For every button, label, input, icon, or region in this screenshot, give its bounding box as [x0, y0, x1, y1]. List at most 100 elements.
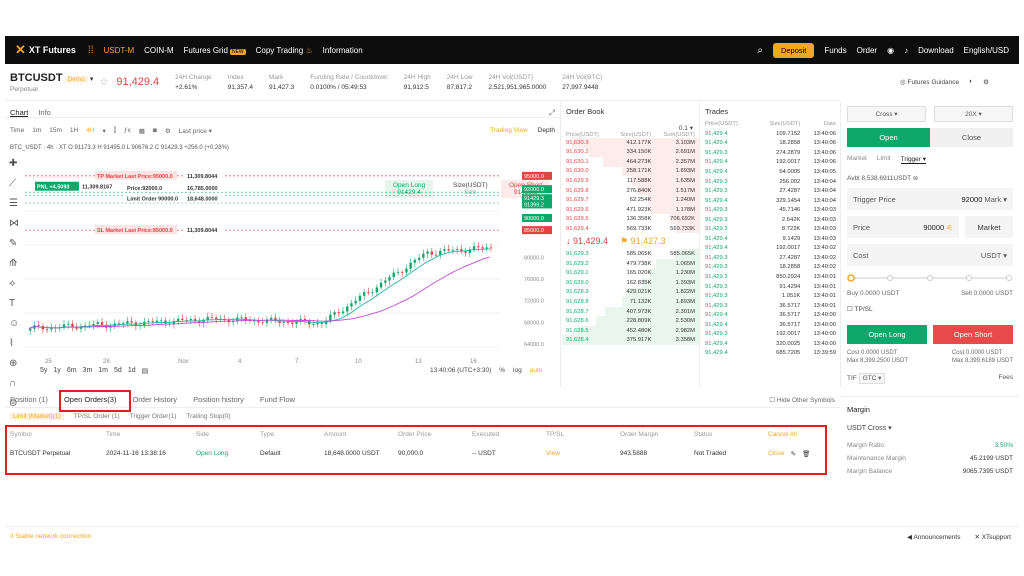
bid-row[interactable]: 91,628.7 407.973K 2.301M: [562, 306, 699, 317]
bid-row[interactable]: 91,628.9 429.021K 1.822M: [562, 287, 699, 298]
zoom-in-icon[interactable]: ⊕: [9, 358, 23, 369]
bid-row[interactable]: 91,628.8 71.132K 1.893M: [562, 297, 699, 307]
open-tab[interactable]: Open: [847, 128, 930, 147]
expand-icon[interactable]: ⤢: [549, 108, 555, 117]
ask-row[interactable]: 91,629.8 276.840K 1.517M: [562, 185, 699, 196]
camera-icon[interactable]: ◙: [153, 127, 157, 135]
symbol-selector[interactable]: BTCUSDT Demo ▾ Perpetual: [10, 72, 93, 93]
close-tab[interactable]: Close: [930, 128, 1013, 147]
range-1m[interactable]: 1m: [98, 367, 108, 375]
cost-unit-select[interactable]: USDT ▾: [981, 251, 1007, 260]
nav-download[interactable]: Download: [918, 46, 954, 55]
support-link[interactable]: ✕ XTsupport: [974, 533, 1011, 541]
range-6m[interactable]: 6m: [67, 367, 77, 375]
brush-icon[interactable]: ✎: [9, 238, 23, 249]
trading-view-button[interactable]: Trading View: [490, 127, 528, 134]
gtc-select[interactable]: GTC ▾: [858, 373, 886, 384]
ask-row[interactable]: 91,630.1 464.273K 2.357M: [562, 157, 699, 167]
nav-usdt-m[interactable]: USDT-M: [103, 46, 134, 55]
gear-icon[interactable]: ⚙: [165, 127, 171, 135]
order-type-trigger[interactable]: Trigger ▾: [900, 155, 927, 164]
nav-coin-m[interactable]: COIN-M: [144, 46, 173, 55]
scale-auto[interactable]: auto: [530, 367, 543, 374]
ask-row[interactable]: 91,630.0 258.171K 1.893M: [562, 166, 699, 177]
subtab-trailing-stop[interactable]: Trailing Stop(0): [186, 413, 230, 420]
bid-row[interactable]: 91,629.2 479.738K 1.065M: [562, 259, 699, 269]
interval-time[interactable]: Time: [10, 127, 24, 135]
tpsl-checkbox[interactable]: ☐ TP/SL: [841, 297, 1019, 313]
futures-guidance-link[interactable]: ◎ Futures Guidance: [900, 78, 959, 86]
subtab-limit-market[interactable]: Limit (Market)(1): [10, 413, 64, 420]
price-market-button[interactable]: Market: [965, 216, 1013, 238]
nav-order[interactable]: Order: [857, 46, 877, 55]
ask-row[interactable]: 91,629.7 62.254K 1.240M: [562, 195, 699, 205]
interval-1m[interactable]: 1m: [32, 127, 41, 135]
prediction-icon[interactable]: ⟡: [9, 278, 23, 289]
apps-grid-icon[interactable]: ⁞⁞: [88, 45, 94, 56]
aggregation-select[interactable]: 0.1 ▾: [679, 124, 693, 132]
nav-copy-trading[interactable]: Copy Trading ♨: [256, 46, 313, 55]
announcements-link[interactable]: ◀ Announcements: [907, 533, 960, 541]
user-icon[interactable]: ◉: [887, 46, 894, 55]
nav-futures-grid[interactable]: Futures Grid NEW: [183, 46, 246, 55]
depth-button[interactable]: Depth: [538, 127, 555, 134]
swap-icon[interactable]: ⊚: [913, 175, 918, 182]
ask-row[interactable]: 91,629.6 471.923K 1.178M: [562, 204, 699, 215]
bid-row[interactable]: 91,629.3 585.065K 585.065K: [562, 249, 699, 260]
text-tool-icon[interactable]: T: [9, 298, 23, 309]
bid-row[interactable]: 91,628.5 452.480K 2.982M: [562, 325, 699, 336]
candle-type-icon[interactable]: ⫿: [114, 127, 116, 135]
open-long-button[interactable]: Open Long: [847, 325, 927, 344]
deposit-button[interactable]: Deposit: [772, 42, 815, 58]
bid-row[interactable]: 91,628.6 228.809K 2.530M: [562, 316, 699, 326]
open-short-button[interactable]: Open Short: [933, 325, 1013, 344]
fees-link[interactable]: Fees: [999, 374, 1013, 382]
order-type-market[interactable]: Market: [847, 155, 867, 164]
indicators-icon[interactable]: ƒx: [124, 127, 131, 135]
bid-row[interactable]: 91,629.0 162.835K 1.393M: [562, 278, 699, 288]
scale-log[interactable]: log: [513, 367, 522, 374]
trigger-type-select[interactable]: Mark ▾: [984, 195, 1007, 204]
layout-icon[interactable]: ▦: [139, 127, 145, 135]
range-3m[interactable]: 3m: [83, 367, 93, 375]
margin-mode-label[interactable]: USDT Cross ▾: [847, 424, 1013, 432]
pattern-icon[interactable]: ⟰: [9, 258, 23, 269]
trendline-icon[interactable]: ⟋: [9, 178, 23, 189]
calendar-icon[interactable]: ▤: [142, 367, 149, 375]
ruler-icon[interactable]: ⌇: [9, 338, 23, 349]
tab-position-history[interactable]: Position history: [193, 395, 244, 404]
range-1d[interactable]: 1d: [128, 367, 136, 375]
trigger-price-field[interactable]: Trigger Price 92000 Mark ▾: [847, 188, 1013, 210]
horizontal-lines-icon[interactable]: ☰: [9, 198, 23, 209]
emoji-icon[interactable]: ☺: [9, 318, 23, 329]
bid-row[interactable]: 91,628.4 375.917K 3.358M: [562, 335, 699, 345]
candlestick-chart[interactable]: TP Market Last Price:95000.0 11,309.8044 P…: [25, 157, 561, 365]
bell-icon[interactable]: ♪: [904, 46, 908, 55]
range-5y[interactable]: 5y: [40, 367, 47, 375]
last-price-dropdown[interactable]: Last price ▾: [179, 127, 212, 135]
logo[interactable]: ✕ XT Futures: [15, 42, 76, 58]
nav-information[interactable]: Information: [323, 46, 363, 55]
ask-row[interactable]: 91,629.9 117.588K 1.635M: [562, 176, 699, 186]
range-1y[interactable]: 1y: [53, 367, 60, 375]
edit-icon[interactable]: ✎: [791, 450, 796, 458]
leverage-select[interactable]: 20X ▾: [934, 106, 1013, 122]
nav-funds[interactable]: Funds: [824, 46, 846, 55]
price-field[interactable]: Price 90000 ⚟: [847, 216, 959, 238]
tab-order-history[interactable]: Order History: [132, 395, 177, 404]
price-lock-icon[interactable]: ⚟: [946, 223, 953, 232]
settings-icon[interactable]: ⚙: [983, 78, 989, 86]
ask-row[interactable]: 91,629.4 569.733K 569.733K: [562, 223, 699, 234]
crosshair-icon[interactable]: ✚: [9, 158, 23, 169]
margin-mode-select[interactable]: Cross ▾: [847, 106, 926, 122]
bid-row[interactable]: 91,629.1 165.020K 1.230M: [562, 268, 699, 279]
scale-percent[interactable]: %: [499, 367, 505, 374]
tab-info[interactable]: Info: [38, 108, 51, 117]
cost-field[interactable]: Cost USDT ▾: [847, 244, 1013, 266]
subtab-tpsl[interactable]: TP/SL Order (1): [74, 413, 120, 420]
interval-15m[interactable]: 15m: [49, 127, 62, 135]
ask-row[interactable]: 91,630.3 412.177K 3.103M: [562, 138, 699, 148]
order-type-limit[interactable]: Limit: [877, 155, 891, 164]
subtab-trigger[interactable]: Trigger Order(1): [130, 413, 177, 420]
interval-1h[interactable]: 1H: [70, 127, 78, 135]
